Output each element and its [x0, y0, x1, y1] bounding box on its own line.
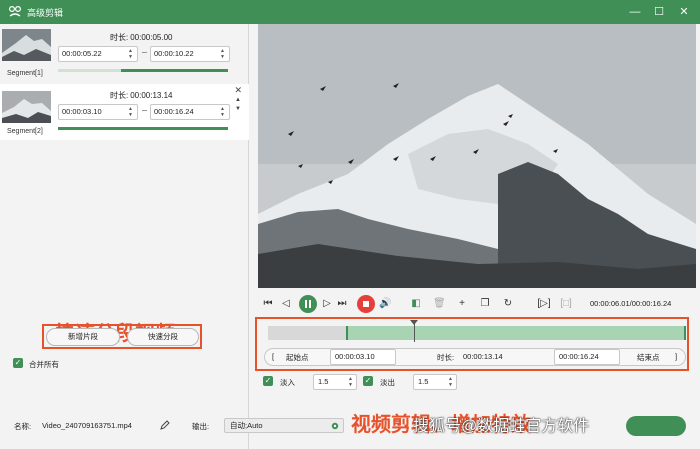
remove-segment-icon[interactable]: ✕: [234, 85, 242, 96]
start-point-button[interactable]: 起始点: [286, 352, 309, 363]
segment-start-field[interactable]: 00:00:05.22 ▲ ▼: [58, 46, 138, 62]
segment-thumbnail[interactable]: [2, 91, 51, 123]
segment-end-field[interactable]: 00:00:16.24 ▲ ▼: [150, 104, 230, 120]
segment-end-field[interactable]: 00:00:10.22 ▲ ▼: [150, 46, 230, 62]
end-point-button[interactable]: 结束点: [637, 352, 660, 363]
fade-out-checkbox[interactable]: ✓: [363, 376, 373, 386]
add-icon[interactable]: +: [456, 296, 468, 312]
output-label: 输出:: [192, 422, 210, 431]
segment-start-value: 00:00:03.10: [62, 107, 102, 116]
spinner-icon[interactable]: ▲ ▼: [219, 48, 226, 60]
merge-all-label: 合并所有: [29, 360, 59, 369]
segment-end-value: 00:00:16.24: [154, 107, 194, 116]
volume-icon[interactable]: 🔊: [379, 296, 391, 312]
playhead-line: [414, 322, 415, 342]
fade-in-field[interactable]: 1.5 ▲ ▼: [313, 374, 357, 390]
move-up-icon[interactable]: ▲: [235, 97, 241, 103]
segment-thumbnail[interactable]: [2, 29, 51, 61]
duration-label: 时长:: [110, 91, 129, 100]
fade-in-value: 1.5: [318, 377, 329, 386]
segment-label: Segment[2]: [7, 128, 43, 135]
fade-out-label: 淡出: [380, 378, 395, 387]
bracket-close-icon: ]: [675, 352, 678, 361]
app-title: 高级剪辑: [27, 8, 64, 18]
title-bar: 高级剪辑 — ☐ ✕: [0, 0, 700, 24]
segment-item[interactable]: Segment[2] 时长: 00:00:13.14 00:00:03.10 ▲ ▼…: [0, 84, 249, 140]
bracket-open-icon: [: [272, 352, 275, 361]
skip-to-start-icon[interactable]: ⏮: [262, 296, 274, 312]
fade-in-checkbox[interactable]: ✓: [263, 376, 273, 386]
step-forward-icon[interactable]: ▷: [321, 296, 333, 312]
segment-progress-bar: [58, 69, 228, 72]
segment-item[interactable]: Segment[1] 时长: 00:00:05.00 00:00:05.22 ▲ ▼…: [0, 26, 249, 82]
copy-icon[interactable]: ❐: [479, 296, 491, 312]
start-point-value: 00:00:03.10: [335, 352, 375, 361]
segment-duration: 时长: 00:00:05.00: [108, 32, 173, 43]
edit-name-icon[interactable]: [160, 420, 170, 430]
mark-in-icon[interactable]: [▷]: [537, 296, 551, 312]
app-window: 高级剪辑 — ☐ ✕ Segment[1] 时长: 00:00:05.00 00:…: [0, 0, 700, 449]
fade-in-label: 淡入: [280, 378, 295, 387]
output-select[interactable]: 自动;Auto: [224, 418, 344, 433]
spinner-icon[interactable]: ▲ ▼: [348, 376, 353, 388]
quick-split-button[interactable]: 快速分段: [127, 328, 199, 346]
playback-time: 00:00:06.01/00:00:16.24: [590, 299, 672, 308]
step-back-icon[interactable]: ◁: [280, 296, 292, 312]
maximize-button[interactable]: ☐: [651, 4, 667, 20]
timeline-track[interactable]: [268, 326, 686, 340]
merge-all-checkbox[interactable]: ✓: [13, 358, 23, 368]
settings-gear-icon[interactable]: [331, 422, 339, 430]
start-point-field[interactable]: 00:00:03.10: [330, 349, 396, 365]
duration-value: 00:00:13.14: [130, 91, 173, 100]
spinner-icon[interactable]: ▲ ▼: [219, 106, 226, 118]
segment-duration: 时长: 00:00:13.14: [108, 90, 173, 101]
pause-button[interactable]: [298, 294, 318, 314]
spinner-icon[interactable]: ▲ ▼: [127, 106, 134, 118]
range-separator: [142, 110, 147, 111]
reset-icon[interactable]: ↻: [502, 296, 514, 312]
segment-start-value: 00:00:05.22: [62, 49, 102, 58]
range-duration-value: 00:00:13.14: [463, 352, 503, 361]
delete-icon[interactable]: 🗑: [433, 296, 446, 312]
duration-label: 时长:: [110, 33, 129, 42]
skip-to-end-icon[interactable]: ⏭: [336, 296, 348, 312]
segment-start-field[interactable]: 00:00:03.10 ▲ ▼: [58, 104, 138, 120]
duration-value: 00:00:05.00: [130, 33, 173, 42]
video-preview[interactable]: [258, 24, 696, 288]
name-label: 名称:: [14, 422, 32, 431]
fade-out-value: 1.5: [418, 377, 429, 386]
move-down-icon[interactable]: ▼: [235, 106, 241, 112]
timeline-selection[interactable]: [346, 326, 686, 340]
spinner-icon[interactable]: ▲ ▼: [448, 376, 453, 388]
output-value: 自动;Auto: [230, 421, 263, 430]
mark-out-icon[interactable]: [□]: [559, 296, 573, 312]
watermark-text: 搜狐号@数据蛙官方软件: [413, 418, 590, 435]
end-point-field[interactable]: 00:00:16.24: [554, 349, 620, 365]
close-button[interactable]: ✕: [676, 4, 692, 20]
fade-out-field[interactable]: 1.5 ▲ ▼: [413, 374, 457, 390]
end-point-value: 00:00:16.24: [559, 352, 599, 361]
file-name: Video_240709163751.mp4: [42, 421, 132, 430]
stop-button[interactable]: [356, 294, 376, 314]
segment-label: Segment[1]: [7, 70, 43, 77]
segment-panel: Segment[1] 时长: 00:00:05.00 00:00:05.22 ▲ ▼…: [0, 24, 249, 449]
export-button[interactable]: [626, 416, 686, 436]
range-separator: [142, 52, 147, 53]
range-duration-label: 时长:: [437, 353, 455, 362]
spinner-icon[interactable]: ▲ ▼: [127, 48, 134, 60]
app-logo-icon: [8, 5, 22, 17]
segment-end-value: 00:00:10.22: [154, 49, 194, 58]
minimize-button[interactable]: —: [627, 4, 643, 20]
new-segment-button[interactable]: 新增片段: [46, 328, 120, 346]
split-icon[interactable]: ◧: [410, 296, 422, 312]
segment-progress-bar: [58, 127, 228, 130]
